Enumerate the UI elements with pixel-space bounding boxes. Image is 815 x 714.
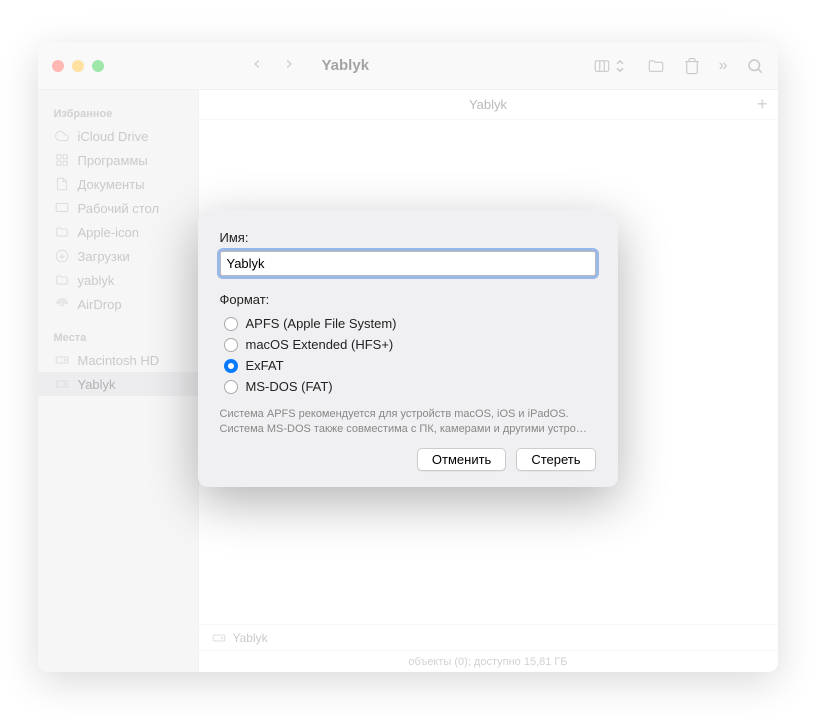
radio-label: APFS (Apple File System) [246,316,397,331]
dialog-info-text: Система APFS рекомендуется для устройств… [220,407,596,438]
erase-dialog: Имя: Формат: APFS (Apple File System) mac… [198,210,618,487]
radio-indicator [224,338,238,352]
cancel-button[interactable]: Отменить [417,448,506,471]
dialog-buttons: Отменить Стереть [220,448,596,471]
name-label: Имя: [220,230,596,245]
format-label: Формат: [220,292,596,307]
erase-button[interactable]: Стереть [516,448,595,471]
format-radio-group: APFS (Apple File System) macOS Extended (… [224,313,596,397]
radio-indicator [224,317,238,331]
radio-indicator [224,359,238,373]
radio-label: macOS Extended (HFS+) [246,337,394,352]
format-radio-option[interactable]: ExFAT [224,355,596,376]
radio-indicator [224,380,238,394]
radio-label: ExFAT [246,358,284,373]
name-input[interactable] [220,251,596,276]
radio-label: MS-DOS (FAT) [246,379,333,394]
format-radio-option[interactable]: MS-DOS (FAT) [224,376,596,397]
format-radio-option[interactable]: macOS Extended (HFS+) [224,334,596,355]
format-radio-option[interactable]: APFS (Apple File System) [224,313,596,334]
